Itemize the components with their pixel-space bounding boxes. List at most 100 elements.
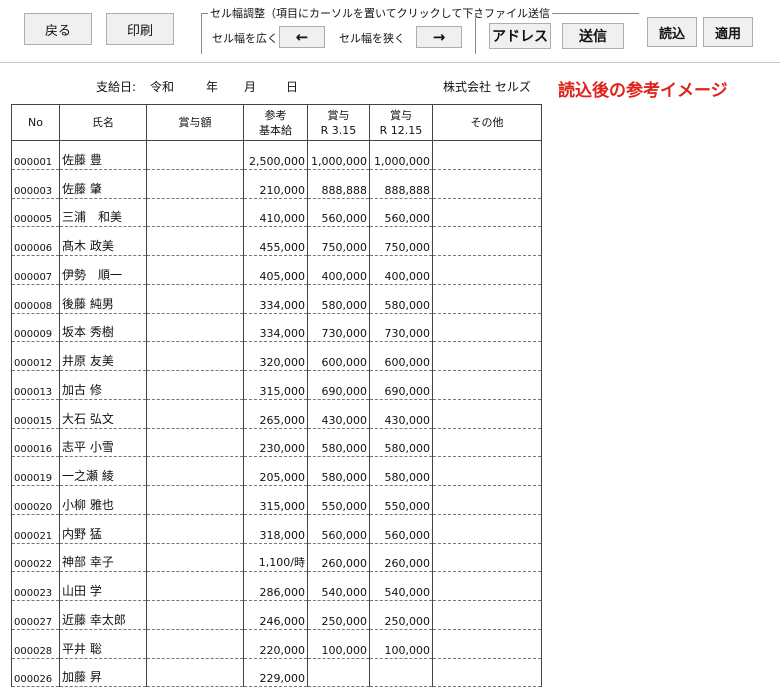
row-ref-base: 220,000 bbox=[243, 629, 308, 659]
table-row: 000019 一之瀬 綾 205,000 580,000 580,000 bbox=[11, 456, 542, 486]
row-bonus-amount-input[interactable] bbox=[146, 428, 244, 458]
row-no: 000027 bbox=[11, 600, 60, 630]
row-bonus2: 580,000 bbox=[369, 456, 433, 486]
row-bonus-amount-input[interactable] bbox=[146, 399, 244, 429]
row-other-input[interactable] bbox=[432, 658, 542, 688]
row-bonus-amount-input[interactable] bbox=[146, 198, 244, 228]
header-bonus-amount[interactable]: 賞与額 bbox=[146, 104, 244, 141]
row-bonus-amount-input[interactable] bbox=[146, 571, 244, 601]
row-no: 000006 bbox=[11, 226, 60, 256]
load-button[interactable]: 読込 bbox=[647, 17, 697, 47]
row-no: 000008 bbox=[11, 284, 60, 314]
row-other-input[interactable] bbox=[432, 370, 542, 400]
row-other-input[interactable] bbox=[432, 629, 542, 659]
pay-date-label: 支給日: bbox=[96, 80, 137, 94]
row-no: 000019 bbox=[11, 456, 60, 486]
row-bonus2: 690,000 bbox=[369, 370, 433, 400]
row-name: 近藤 幸太郎 bbox=[59, 600, 147, 630]
row-ref-base: 318,000 bbox=[243, 514, 308, 544]
table-row: 000006 髙木 政美 455,000 750,000 750,000 bbox=[11, 226, 542, 256]
row-ref-base: 230,000 bbox=[243, 428, 308, 458]
row-other-input[interactable] bbox=[432, 428, 542, 458]
row-other-input[interactable] bbox=[432, 600, 542, 630]
year-unit: 年 bbox=[206, 80, 219, 94]
table-row: 000023 山田 学 286,000 540,000 540,000 bbox=[11, 571, 542, 601]
row-bonus-amount-input[interactable] bbox=[146, 485, 244, 515]
row-bonus-amount-input[interactable] bbox=[146, 514, 244, 544]
row-bonus-amount-input[interactable] bbox=[146, 140, 244, 170]
row-other-input[interactable] bbox=[432, 514, 542, 544]
row-bonus-amount-input[interactable] bbox=[146, 543, 244, 573]
header-bonus1-line1: 賞与 bbox=[327, 108, 350, 122]
table-row: 000003 佐藤 肇 210,000 888,888 888,888 bbox=[11, 169, 542, 199]
row-other-input[interactable] bbox=[432, 485, 542, 515]
row-bonus2: 750,000 bbox=[369, 226, 433, 256]
file-send-group-title: ファイル送信 bbox=[482, 5, 552, 21]
header-ref-base[interactable]: 参考 基本給 bbox=[243, 104, 308, 141]
row-bonus-amount-input[interactable] bbox=[146, 341, 244, 371]
row-bonus1: 580,000 bbox=[307, 428, 370, 458]
row-bonus-amount-input[interactable] bbox=[146, 629, 244, 659]
print-button[interactable]: 印刷 bbox=[106, 13, 174, 45]
row-other-input[interactable] bbox=[432, 399, 542, 429]
row-other-input[interactable] bbox=[432, 313, 542, 343]
row-bonus1: 100,000 bbox=[307, 629, 370, 659]
row-other-input[interactable] bbox=[432, 169, 542, 199]
row-no: 000026 bbox=[11, 658, 60, 688]
table-row: 000001 佐藤 豊 2,500,000 1,000,000 1,000,000 bbox=[11, 140, 542, 170]
row-bonus1: 260,000 bbox=[307, 543, 370, 573]
header-row: No 氏名 賞与額 参考 基本給 賞与 R 3.15 賞与 R 12.15 その他 bbox=[11, 104, 542, 141]
row-other-input[interactable] bbox=[432, 341, 542, 371]
row-bonus-amount-input[interactable] bbox=[146, 456, 244, 486]
table-row: 000012 井原 友美 320,000 600,000 600,000 bbox=[11, 341, 542, 371]
row-bonus2: 1,000,000 bbox=[369, 140, 433, 170]
row-bonus1: 580,000 bbox=[307, 284, 370, 314]
row-no: 000005 bbox=[11, 198, 60, 228]
row-bonus-amount-input[interactable] bbox=[146, 658, 244, 688]
row-ref-base: 410,000 bbox=[243, 198, 308, 228]
row-name: 内野 猛 bbox=[59, 514, 147, 544]
send-button[interactable]: 送信 bbox=[562, 23, 624, 49]
header-bonus1[interactable]: 賞与 R 3.15 bbox=[307, 104, 370, 141]
table-row: 000016 志平 小雪 230,000 580,000 580,000 bbox=[11, 428, 542, 458]
row-name: 伊勢 順一 bbox=[59, 255, 147, 285]
row-name: 佐藤 肇 bbox=[59, 169, 147, 199]
header-bonus2[interactable]: 賞与 R 12.15 bbox=[369, 104, 433, 141]
era-label: 令和 bbox=[150, 80, 175, 94]
row-bonus-amount-input[interactable] bbox=[146, 226, 244, 256]
back-button[interactable]: 戻る bbox=[24, 13, 92, 45]
row-ref-base: 2,500,000 bbox=[243, 140, 308, 170]
row-bonus-amount-input[interactable] bbox=[146, 370, 244, 400]
row-bonus-amount-input[interactable] bbox=[146, 600, 244, 630]
row-other-input[interactable] bbox=[432, 571, 542, 601]
header-other[interactable]: その他 bbox=[432, 104, 542, 141]
narrow-arrow-button[interactable]: → bbox=[416, 26, 462, 48]
row-bonus-amount-input[interactable] bbox=[146, 313, 244, 343]
row-other-input[interactable] bbox=[432, 255, 542, 285]
row-bonus1: 750,000 bbox=[307, 226, 370, 256]
row-other-input[interactable] bbox=[432, 456, 542, 486]
table-row: 000026 加藤 昇 229,000 bbox=[11, 658, 542, 688]
widen-arrow-button[interactable]: ← bbox=[279, 26, 325, 48]
table-row: 000015 大石 弘文 265,000 430,000 430,000 bbox=[11, 399, 542, 429]
row-other-input[interactable] bbox=[432, 140, 542, 170]
row-other-input[interactable] bbox=[432, 226, 542, 256]
row-bonus1: 250,000 bbox=[307, 600, 370, 630]
header-no[interactable]: No bbox=[11, 104, 60, 141]
row-other-input[interactable] bbox=[432, 543, 542, 573]
row-bonus-amount-input[interactable] bbox=[146, 169, 244, 199]
row-other-input[interactable] bbox=[432, 198, 542, 228]
row-name: 平井 聡 bbox=[59, 629, 147, 659]
narrow-label: セル幅を狭く bbox=[339, 32, 405, 45]
row-bonus-amount-input[interactable] bbox=[146, 284, 244, 314]
row-ref-base: 246,000 bbox=[243, 600, 308, 630]
cell-width-group: セル幅調整（項目にカーソルを置いてクリックして下さい） セル幅を広く ← セル幅… bbox=[201, 5, 509, 54]
row-bonus-amount-input[interactable] bbox=[146, 255, 244, 285]
apply-button[interactable]: 適用 bbox=[703, 17, 753, 47]
row-name: 佐藤 豊 bbox=[59, 140, 147, 170]
row-other-input[interactable] bbox=[432, 284, 542, 314]
header-name[interactable]: 氏名 bbox=[59, 104, 147, 141]
row-bonus2: 550,000 bbox=[369, 485, 433, 515]
address-button[interactable]: アドレス bbox=[489, 23, 551, 49]
row-bonus2: 600,000 bbox=[369, 341, 433, 371]
